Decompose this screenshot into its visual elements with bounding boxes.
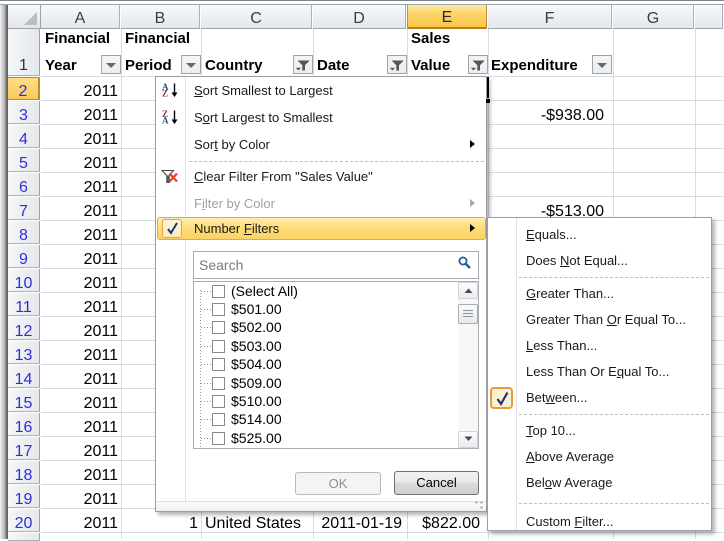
svg-text:A: A	[162, 116, 169, 126]
svg-text:Z: Z	[162, 89, 168, 99]
